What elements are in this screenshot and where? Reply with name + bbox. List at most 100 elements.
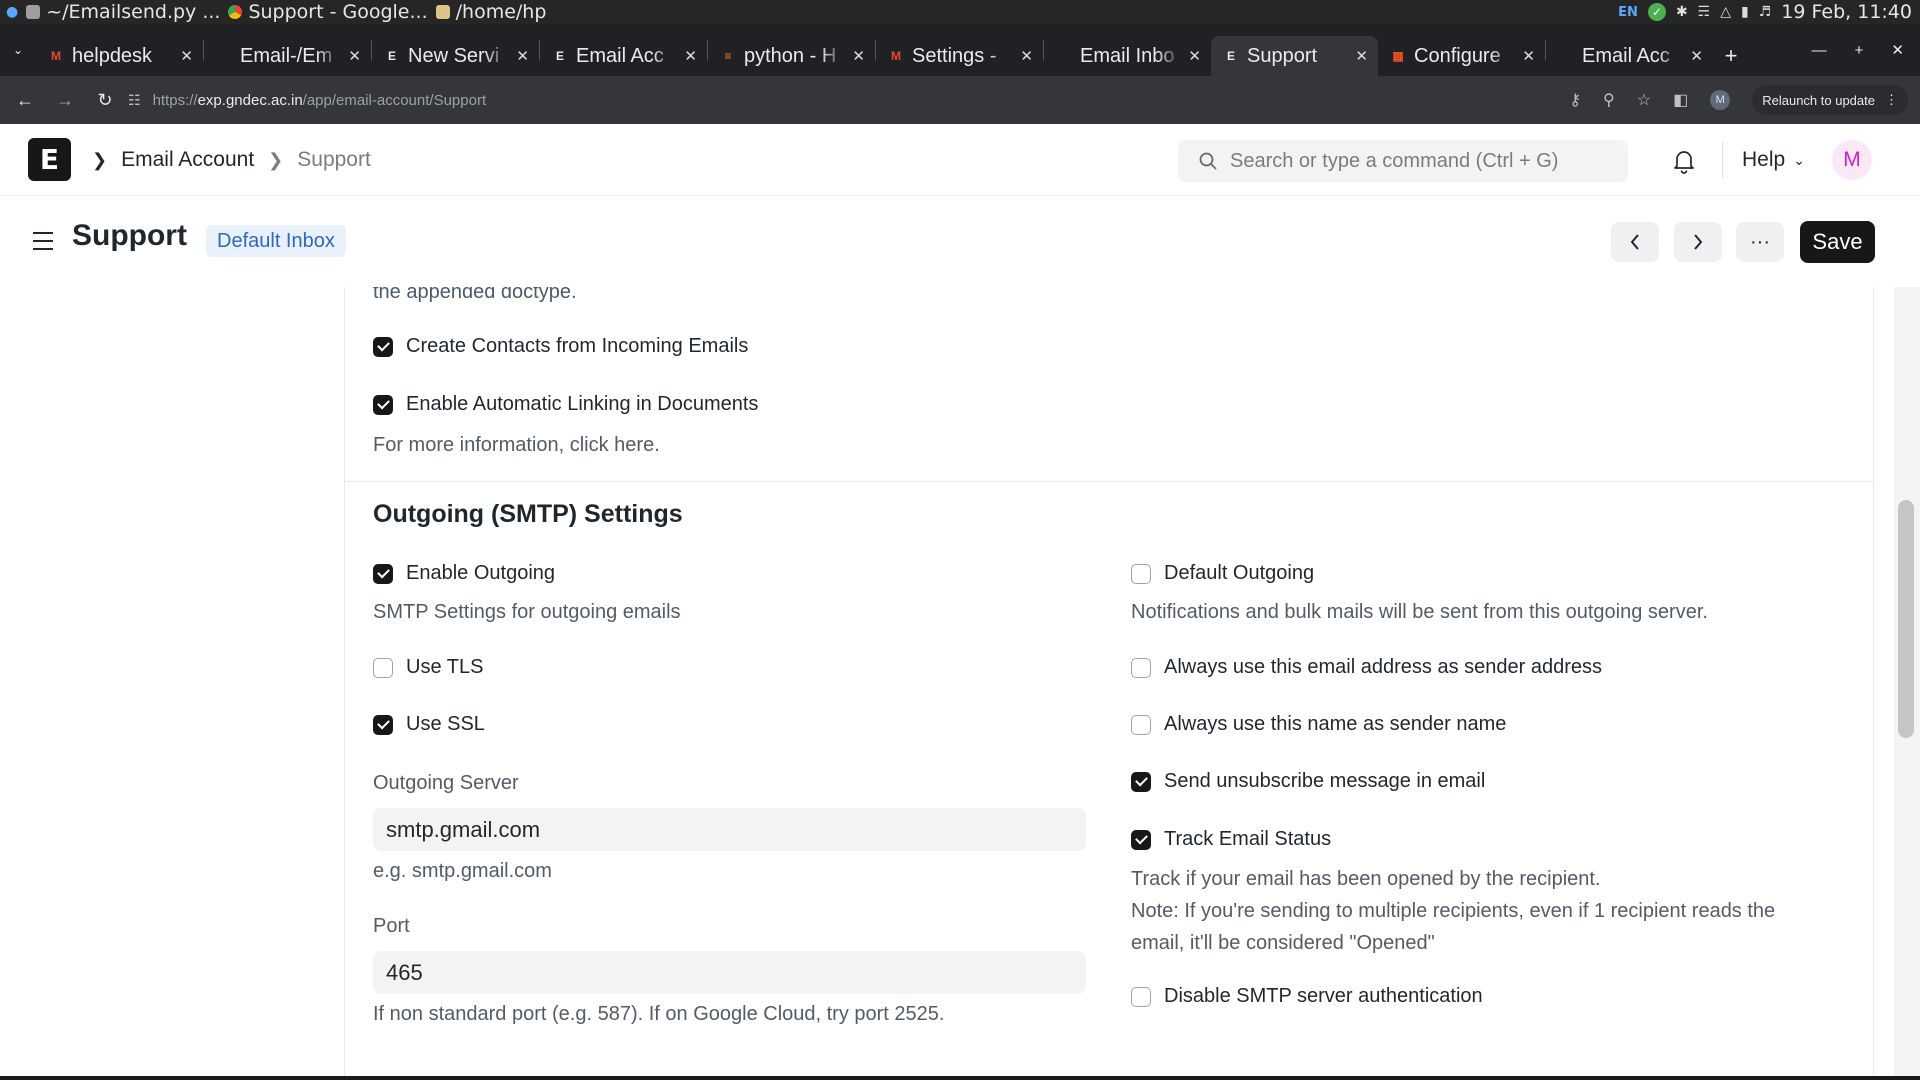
close-window-icon[interactable]: ✕ [1891,41,1904,59]
previous-record-button[interactable] [1611,222,1659,262]
use-ssl-checkbox[interactable]: Use SSL [373,713,485,736]
os-task-folder[interactable]: /home/hp [435,1,546,23]
next-record-button[interactable] [1674,222,1722,262]
back-icon[interactable]: ← [10,85,40,115]
app-navbar: E ❯ Email Account ❯ Support Search or ty… [0,124,1920,196]
save-button[interactable]: Save [1800,221,1875,263]
browser-tab[interactable]: Mhelpdesk ✕ [36,36,203,76]
send-unsubscribe-checkbox[interactable]: Send unsubscribe message in email [1131,770,1485,793]
checkbox-box[interactable] [373,394,393,415]
volume-icon[interactable]: ♬ [1759,4,1772,20]
checkbox-box[interactable] [1131,563,1151,584]
reload-icon[interactable]: ↻ [90,85,120,115]
checkbox-box[interactable] [1131,829,1151,850]
checkbox-label: Always use this email address as sender … [1164,656,1602,678]
browser-tab[interactable]: Email-/Em ✕ [204,36,371,76]
checkbox-box[interactable] [1131,771,1151,792]
address-bar[interactable]: ☷ https:// exp.gndec.ac.in /app/email-ac… [128,83,1520,117]
keyboard-layout[interactable]: EN [1618,5,1638,20]
relaunch-button[interactable]: Relaunch to update ⋮ [1752,85,1908,115]
bell-icon[interactable]: △ [1720,4,1731,20]
bookmark-star-icon[interactable]: ☆ [1637,90,1651,110]
url-path: /app/email-account/Support [302,91,487,109]
close-tab-icon[interactable]: ✕ [1690,47,1703,65]
tab-favicon-icon [1558,48,1574,64]
site-info-icon[interactable]: ☷ [128,92,141,109]
auto-linking-help[interactable]: For more information, click here. [373,429,660,461]
os-task-editor[interactable]: ~/Emailsend.py ... [26,1,220,23]
checkbox-label: Enable Automatic Linking in Documents [406,393,759,415]
new-tab-button[interactable]: + [1713,36,1749,76]
close-tab-icon[interactable]: ✕ [1188,47,1201,65]
checkbox-label: Use TLS [406,656,484,678]
checkbox-box[interactable] [1131,986,1151,1007]
browser-tab[interactable]: Email Inbo ✕ [1044,36,1211,76]
port-input[interactable]: 465 [373,951,1086,994]
sidebar-toggle-icon[interactable] [32,231,54,256]
checkbox-box[interactable] [1131,657,1151,678]
tab-label: Configure [1414,44,1501,67]
profile-avatar[interactable]: M [1710,90,1731,110]
maximize-icon[interactable]: + [1855,42,1864,59]
browser-tab[interactable]: ≡ python - H ✕ [708,36,875,76]
os-menu-icon[interactable]: ● [6,4,18,20]
tab-search-icon[interactable]: ⌄ [0,24,36,76]
breadcrumb-email-account[interactable]: Email Account [121,148,254,172]
outgoing-server-label: Outgoing Server [373,772,519,794]
browser-tab[interactable]: ▦ Configure ✕ [1378,36,1545,76]
check-icon[interactable]: ✓ [1647,3,1666,21]
url-host: exp.gndec.ac.in [197,91,303,109]
breadcrumb-support[interactable]: Support [297,148,371,172]
disable-smtp-auth-checkbox[interactable]: Disable SMTP server authentication [1131,985,1483,1008]
enable-outgoing-checkbox[interactable]: Enable Outgoing [373,562,555,585]
bluetooth-icon[interactable]: ✱ [1676,4,1688,20]
track-email-status-checkbox[interactable]: Track Email Status [1131,828,1331,851]
outgoing-server-input[interactable]: smtp.gmail.com [373,808,1086,851]
more-actions-button[interactable]: ··· [1736,222,1784,262]
browser-tab-strip: ⌄ Mhelpdesk ✕ Email-/Em ✕ E New Servi ✕ E Email … [0,24,1920,76]
app-logo[interactable]: E [28,138,71,181]
checkbox-box[interactable] [373,714,393,735]
browser-tab[interactable]: M Settings - ✕ [876,36,1043,76]
browser-tab[interactable]: E Support ✕ [1211,36,1378,76]
default-outgoing-checkbox[interactable]: Default Outgoing [1131,562,1314,585]
close-tab-icon[interactable]: ✕ [1355,47,1368,65]
editor-icon [26,5,41,19]
minimize-icon[interactable]: — [1812,42,1827,59]
os-top-bar: ● ~/Emailsend.py ... Support - Google...… [0,0,1920,24]
checkbox-box[interactable] [373,657,393,678]
os-task-chrome[interactable]: Support - Google... [228,1,428,23]
checkbox-box[interactable] [373,563,393,584]
clock[interactable]: 19 Feb, 11:40 [1781,1,1912,23]
auto-linking-checkbox[interactable]: Enable Automatic Linking in Documents [373,393,758,416]
close-tab-icon[interactable]: ✕ [348,47,361,65]
help-dropdown[interactable]: Help ⌄ [1742,124,1805,196]
always-sender-name-checkbox[interactable]: Always use this name as sender name [1131,713,1506,736]
close-tab-icon[interactable]: ✕ [180,47,193,65]
browser-toolbar: ← → ↻ ☷ https:// exp.gndec.ac.in /app/em… [0,76,1920,124]
close-tab-icon[interactable]: ✕ [684,47,697,65]
close-tab-icon[interactable]: ✕ [852,47,865,65]
checkbox-box[interactable] [1131,714,1151,735]
search-input[interactable]: Search or type a command (Ctrl + G) [1178,140,1628,182]
side-panel-icon[interactable]: ◧ [1673,90,1688,110]
close-tab-icon[interactable]: ✕ [516,47,529,65]
notification-bell-icon[interactable] [1672,148,1696,179]
close-tab-icon[interactable]: ✕ [1020,47,1033,65]
battery-icon[interactable]: ▮ [1741,4,1749,20]
user-avatar[interactable]: M [1832,140,1872,180]
browser-tab[interactable]: E Email Acc ✕ [540,36,707,76]
window-bottom-edge [0,1076,1920,1080]
wifi-icon[interactable]: ☴ [1698,4,1711,20]
close-tab-icon[interactable]: ✕ [1522,47,1535,65]
browser-tab[interactable]: E New Servi ✕ [372,36,539,76]
always-sender-address-checkbox[interactable]: Always use this email address as sender … [1131,656,1602,679]
use-tls-checkbox[interactable]: Use TLS [373,656,483,679]
forward-icon[interactable]: → [50,85,80,115]
zoom-icon[interactable]: ⚲ [1603,90,1615,110]
browser-tab[interactable]: Email Acc ✕ [1546,36,1713,76]
scrollbar-thumb[interactable] [1898,500,1914,738]
checkbox-box[interactable] [373,336,393,357]
create-contacts-checkbox[interactable]: Create Contacts from Incoming Emails [373,335,748,358]
password-key-icon[interactable]: ⚷ [1569,90,1581,110]
